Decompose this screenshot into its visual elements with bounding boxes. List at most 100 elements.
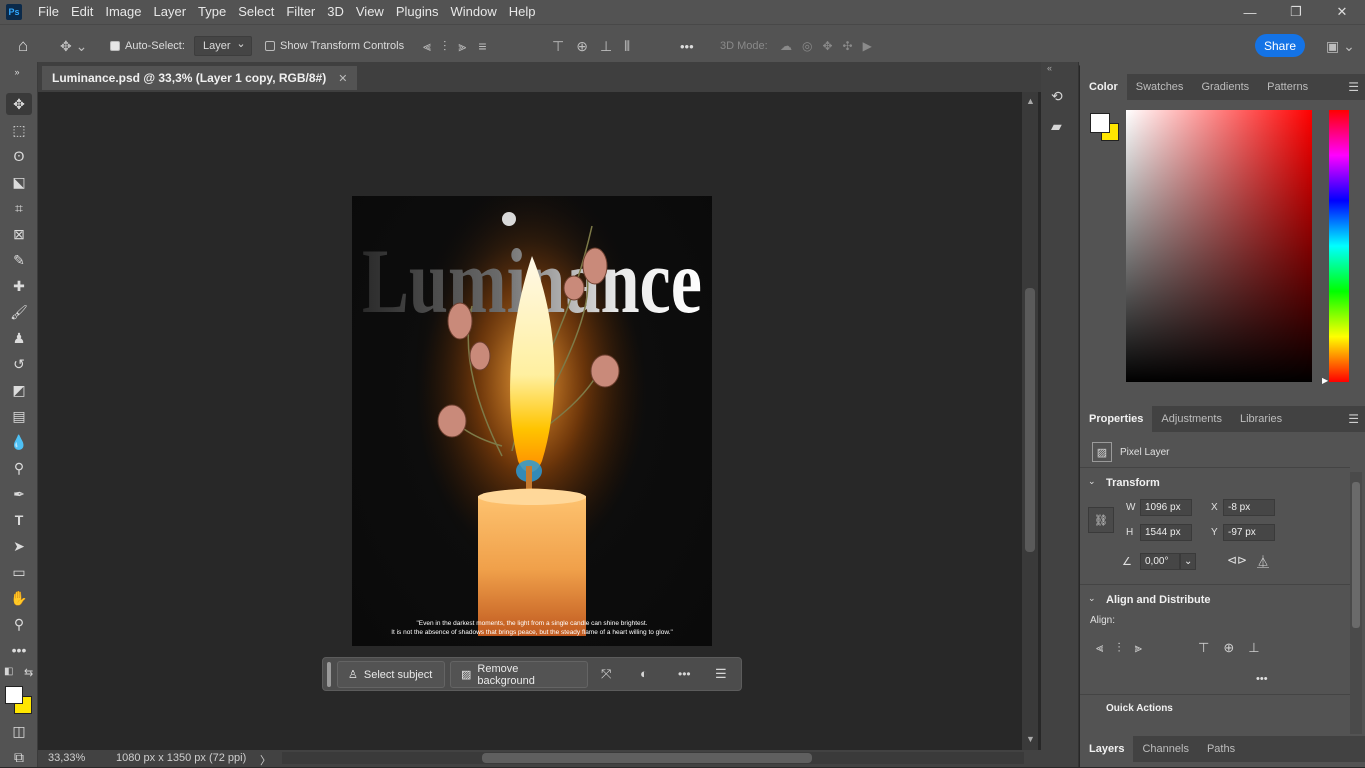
vertical-scroll-thumb[interactable] — [1025, 288, 1035, 552]
settings-sliders-icon[interactable]: ☰ — [715, 666, 727, 682]
crop-tool-icon[interactable]: ⌗ — [6, 197, 32, 219]
x-field[interactable]: -8 px — [1223, 499, 1275, 516]
angle-field[interactable]: 0,00° — [1140, 553, 1180, 570]
show-transform-checkbox[interactable]: Show Transform Controls — [265, 25, 404, 67]
flip-horizontal-icon[interactable]: ⊲⊳ — [1227, 553, 1247, 567]
blur-tool-icon[interactable]: 💧 — [6, 431, 32, 453]
share-button[interactable]: Share — [1255, 34, 1305, 57]
auto-select-dropdown[interactable]: Layer — [194, 36, 252, 56]
edit-toolbar-icon[interactable]: ••• — [6, 639, 32, 661]
distribute-icon[interactable]: ≡ — [478, 38, 486, 54]
zoom-tool-icon[interactable]: ⚲ — [6, 613, 32, 635]
quick-actions-section[interactable]: Quick Actions — [1088, 703, 1348, 711]
rectangle-tool-icon[interactable]: ▭ — [6, 561, 32, 583]
tab-swatches[interactable]: Swatches — [1127, 74, 1193, 100]
quick-mask-icon[interactable]: ◫ — [6, 720, 32, 742]
horizontal-scrollbar[interactable] — [282, 752, 1024, 764]
align-section-title[interactable]: Align and Distribute — [1106, 594, 1211, 606]
align-vcenter-icon[interactable]: ⊕ — [576, 38, 588, 55]
y-field[interactable]: -97 px — [1223, 524, 1275, 541]
hue-slider-handle-icon[interactable]: ▶ — [1322, 376, 1328, 385]
collapse-panels-icon[interactable]: « — [1047, 63, 1052, 73]
remove-background-button[interactable]: ▨ Remove background — [450, 661, 588, 688]
chevron-down-icon[interactable]: ⌄ — [1088, 593, 1096, 604]
flip-vertical-icon[interactable]: ⏅ — [1257, 553, 1269, 570]
dodge-tool-icon[interactable]: ⚲ — [6, 457, 32, 479]
eyedropper-tool-icon[interactable]: ✎ — [6, 249, 32, 271]
horizontal-scroll-thumb[interactable] — [482, 753, 812, 763]
link-dimensions-icon[interactable]: ⛓ — [1088, 507, 1114, 533]
align-right-icon[interactable]: ⫸ — [458, 38, 466, 55]
width-field[interactable]: 1096 px — [1140, 499, 1192, 516]
tab-properties[interactable]: Properties — [1080, 406, 1153, 432]
align-hcenter-icon[interactable]: ⫶ — [443, 38, 447, 55]
tab-layers[interactable]: Layers — [1080, 736, 1134, 762]
artboard[interactable]: Luminance "Even in the darkest moments, … — [352, 196, 712, 646]
tab-channels[interactable]: Channels — [1133, 736, 1197, 762]
history-brush-tool-icon[interactable]: ↺ — [6, 353, 32, 375]
tab-adjustments[interactable]: Adjustments — [1152, 406, 1231, 432]
panel-align-right-icon[interactable]: ⫸ — [1135, 640, 1142, 656]
restore-button[interactable]: ❐ — [1273, 0, 1319, 24]
more-actions-button[interactable]: ••• — [678, 667, 691, 681]
history-panel-icon[interactable]: ⟲ — [1051, 88, 1063, 105]
minimize-button[interactable]: — — [1227, 0, 1273, 24]
marquee-tool-icon[interactable]: ⬚ — [6, 119, 32, 141]
stamp-tool-icon[interactable]: ♟ — [6, 327, 32, 349]
align-top-icon[interactable]: ⊤ — [552, 38, 564, 55]
menu-type[interactable]: Type — [192, 0, 232, 24]
select-subject-button[interactable]: ♙ Select subject — [337, 661, 445, 688]
menu-filter[interactable]: Filter — [280, 0, 321, 24]
tab-libraries[interactable]: Libraries — [1231, 406, 1291, 432]
menu-view[interactable]: View — [350, 0, 390, 24]
menu-window[interactable]: Window — [444, 0, 502, 24]
tab-color[interactable]: Color — [1080, 74, 1127, 100]
document-info[interactable]: 1080 px x 1350 px (72 ppi) — [116, 752, 246, 764]
close-document-icon[interactable]: ✕ — [338, 72, 347, 85]
tab-patterns[interactable]: Patterns — [1258, 74, 1317, 100]
menu-file[interactable]: File — [32, 0, 65, 24]
tab-gradients[interactable]: Gradients — [1192, 74, 1258, 100]
brush-tool-icon[interactable]: 🖌 — [6, 301, 32, 323]
transform-section-title[interactable]: Transform — [1106, 477, 1160, 489]
taskbar-drag-handle[interactable] — [327, 662, 331, 687]
3d-slide-icon[interactable]: ✣ — [843, 39, 853, 53]
tab-paths[interactable]: Paths — [1198, 736, 1244, 762]
status-arrow-icon[interactable]: 〉 — [260, 752, 271, 768]
menu-help[interactable]: Help — [503, 0, 542, 24]
adjustment-icon[interactable]: ◐ — [640, 666, 648, 681]
scroll-down-icon[interactable]: ▼ — [1026, 734, 1035, 744]
object-select-tool-icon[interactable]: ⬕ — [6, 171, 32, 193]
properties-scroll-thumb[interactable] — [1352, 482, 1360, 628]
document-tab[interactable]: Luminance.psd @ 33,3% (Layer 1 copy, RGB… — [42, 66, 358, 90]
menu-image[interactable]: Image — [99, 0, 147, 24]
properties-menu-icon[interactable]: ☰ — [1348, 412, 1359, 426]
menu-layer[interactable]: Layer — [148, 0, 193, 24]
collapse-toolbar-icon[interactable]: » — [4, 66, 30, 78]
type-tool-icon[interactable]: T — [6, 509, 32, 531]
foreground-color-swatch[interactable] — [5, 686, 23, 704]
menu-select[interactable]: Select — [232, 0, 280, 24]
more-options-button[interactable]: ••• — [680, 25, 694, 67]
3d-orbit-icon[interactable]: ☁ — [780, 39, 792, 53]
frame-tool-icon[interactable]: ⊠ — [6, 223, 32, 245]
auto-select-checkbox[interactable]: Auto-Select: — [110, 25, 185, 67]
color-panel-foreground-swatch[interactable] — [1090, 113, 1110, 133]
chevron-down-icon[interactable]: ⌄ — [1088, 476, 1096, 487]
healing-brush-tool-icon[interactable]: ✚ — [6, 275, 32, 297]
eraser-tool-icon[interactable]: ◩ — [6, 379, 32, 401]
hue-slider[interactable] — [1329, 110, 1349, 382]
color-picker-field[interactable] — [1126, 110, 1312, 382]
default-colors-icon[interactable]: ◧ — [4, 666, 13, 677]
gradient-tool-icon[interactable]: ▤ — [6, 405, 32, 427]
swap-colors-icon[interactable]: ⇆ — [24, 666, 33, 679]
distribute-vertical-icon[interactable]: ⫴ — [624, 38, 630, 55]
panel-align-top-icon[interactable]: ⊤ — [1198, 640, 1209, 656]
align-bottom-icon[interactable]: ⊥ — [600, 38, 612, 55]
menu-edit[interactable]: Edit — [65, 0, 99, 24]
comments-panel-icon[interactable]: ▰ — [1051, 118, 1062, 135]
lasso-tool-icon[interactable]: ʘ — [6, 145, 32, 167]
move-tool-icon[interactable]: ✥ — [6, 93, 32, 115]
panel-align-center-icon[interactable]: ⫶ — [1117, 640, 1120, 656]
vertical-scrollbar[interactable]: ▲ ▼ — [1022, 92, 1038, 750]
